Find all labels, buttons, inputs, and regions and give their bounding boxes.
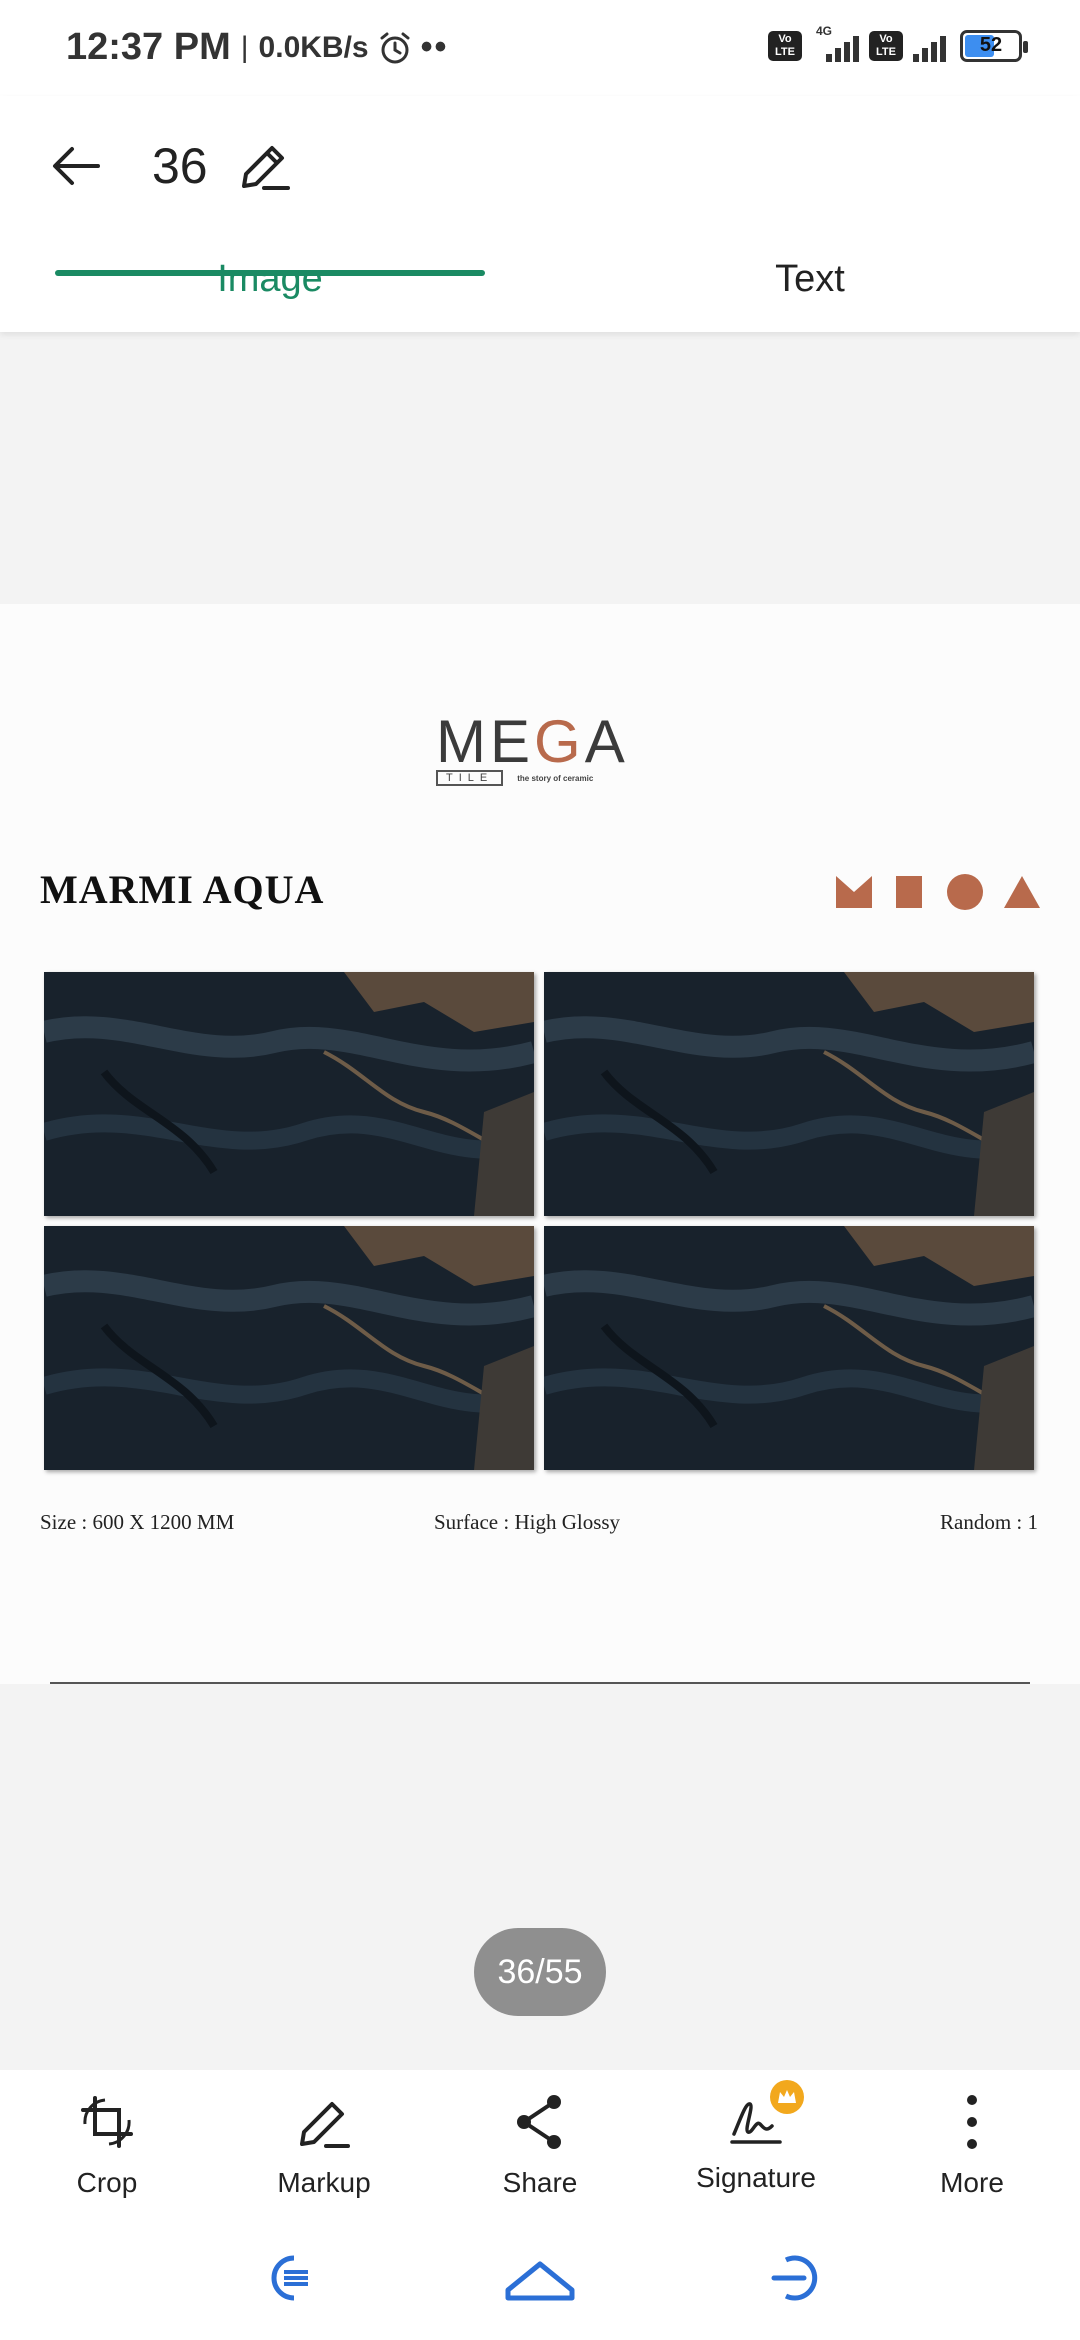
spec-surface: Surface : High Glossy [434, 1510, 621, 1534]
tab-indicator [55, 270, 485, 276]
volte-icon-2: Vo LTE [869, 31, 903, 61]
document-page[interactable]: MEGA TILE the story of ceramic MARMI AQU… [0, 604, 1080, 1684]
home-button[interactable] [504, 2246, 576, 2310]
tile-image-grid [44, 972, 1034, 1470]
markup-icon [300, 2102, 350, 2148]
brand-shapes-icon [836, 874, 1040, 910]
share-button[interactable]: Share [450, 2090, 630, 2220]
back-nav-button[interactable] [764, 2246, 828, 2310]
tab-text[interactable]: Text [595, 246, 1025, 332]
crop-button[interactable]: Crop [17, 2090, 197, 2220]
tile-image [544, 972, 1034, 1216]
tab-image[interactable]: Image [55, 246, 485, 332]
product-title: MARMI AQUA [40, 867, 325, 912]
bottom-toolbar: Crop Markup Share Signature More [0, 2070, 1080, 2220]
signal-icon-2 [913, 30, 946, 62]
premium-crown-icon [770, 2080, 804, 2114]
status-bar: 12:37 PM | 0.0KB/s •• Vo LTE 4G Vo LTE 52 [0, 0, 1080, 96]
crop-icon [81, 2096, 133, 2148]
logo-wordmark: MEGA [436, 708, 629, 775]
alarm-icon [380, 32, 410, 63]
tab-bar: Image Text [0, 246, 1080, 332]
recents-button[interactable] [254, 2246, 318, 2310]
spec-random: Random : 1 [940, 1510, 1038, 1534]
share-icon [517, 2095, 561, 2149]
pencil-icon [242, 146, 290, 190]
network-speed: 0.0KB/s [258, 30, 369, 64]
battery-icon: 52 [960, 30, 1028, 62]
tile-image [44, 1226, 534, 1470]
tile-image [44, 972, 534, 1216]
page-counter: 36/55 [474, 1928, 606, 2016]
more-vertical-icon [967, 2095, 977, 2149]
status-time: 12:37 PM [66, 26, 231, 68]
page-divider [50, 1682, 1030, 1684]
signal-icon: 4G [812, 24, 859, 62]
signature-button[interactable]: Signature [666, 2080, 846, 2220]
system-nav-bar [0, 2220, 1080, 2340]
notification-dots-icon: •• [420, 28, 449, 66]
arrow-left-icon [53, 147, 100, 185]
app-bar: 36 Image Text [0, 96, 1080, 332]
logo-tagline: the story of ceramic [517, 773, 594, 783]
rename-button[interactable] [228, 130, 300, 202]
document-title: 36 [152, 138, 208, 194]
back-button[interactable] [40, 130, 112, 202]
more-button[interactable]: More [882, 2090, 1062, 2220]
tile-image [544, 1226, 1034, 1470]
spec-size: Size : 600 X 1200 MM [40, 1510, 235, 1534]
volte-icon: Vo LTE [768, 31, 802, 61]
logo-sub: TILE [436, 770, 504, 786]
markup-button[interactable]: Markup [234, 2090, 414, 2220]
brand-logo: MEGA TILE the story of ceramic [436, 712, 646, 794]
